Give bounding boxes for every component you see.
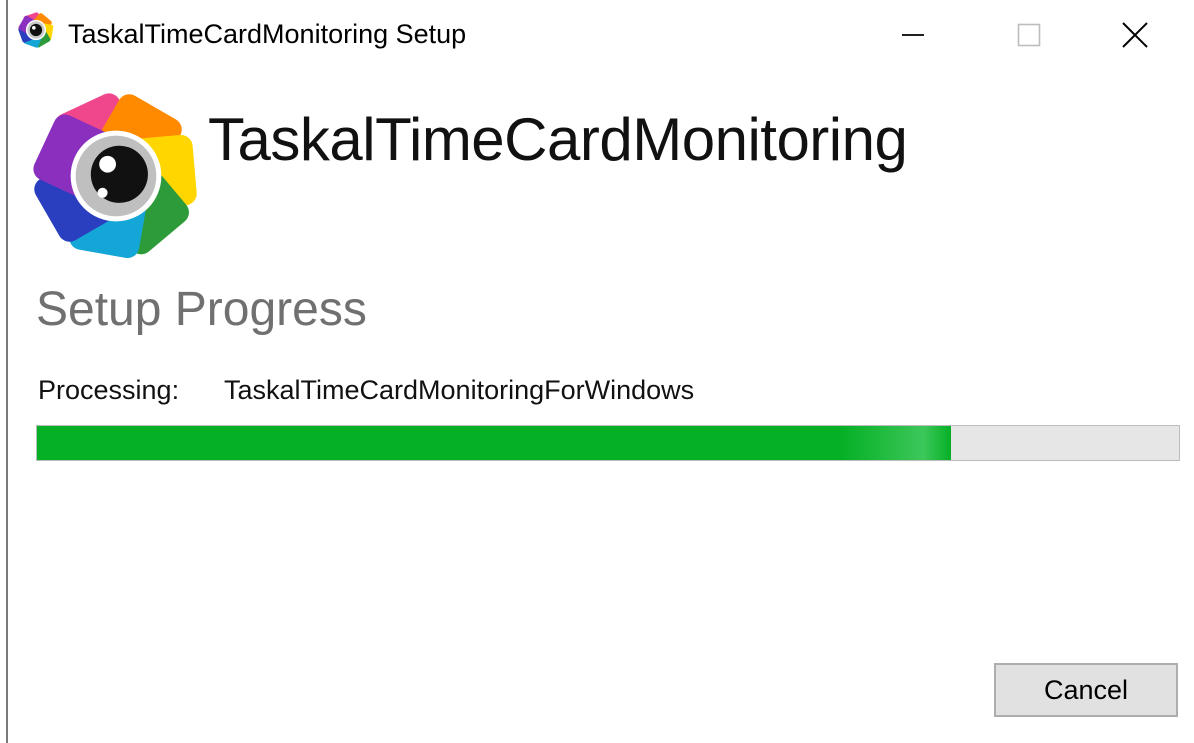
product-name: TaskalTimeCardMonitoring	[208, 106, 908, 173]
app-logo-icon	[18, 12, 54, 48]
cancel-button[interactable]: Cancel	[994, 663, 1178, 717]
window-border	[6, 0, 8, 743]
close-button[interactable]	[1080, 0, 1190, 70]
maximize-button[interactable]	[974, 0, 1084, 70]
app-logo-icon	[33, 93, 197, 259]
minimize-icon	[902, 34, 924, 36]
title-bar[interactable]: TaskalTimeCardMonitoring Setup	[8, 0, 1194, 70]
progress-fill	[37, 426, 951, 460]
window-title: TaskalTimeCardMonitoring Setup	[68, 19, 467, 49]
setup-progress-heading: Setup Progress	[36, 283, 367, 336]
product-logo	[32, 92, 200, 260]
close-icon	[1122, 22, 1148, 48]
installer-window: TaskalTimeCardMonitoring Setup TaskalTim…	[0, 0, 1194, 743]
processing-label: Processing:	[38, 375, 180, 405]
maximize-icon	[1017, 23, 1041, 47]
processing-item: TaskalTimeCardMonitoringForWindows	[224, 375, 695, 405]
minimize-button[interactable]	[858, 0, 968, 70]
progress-bar	[36, 425, 1180, 461]
